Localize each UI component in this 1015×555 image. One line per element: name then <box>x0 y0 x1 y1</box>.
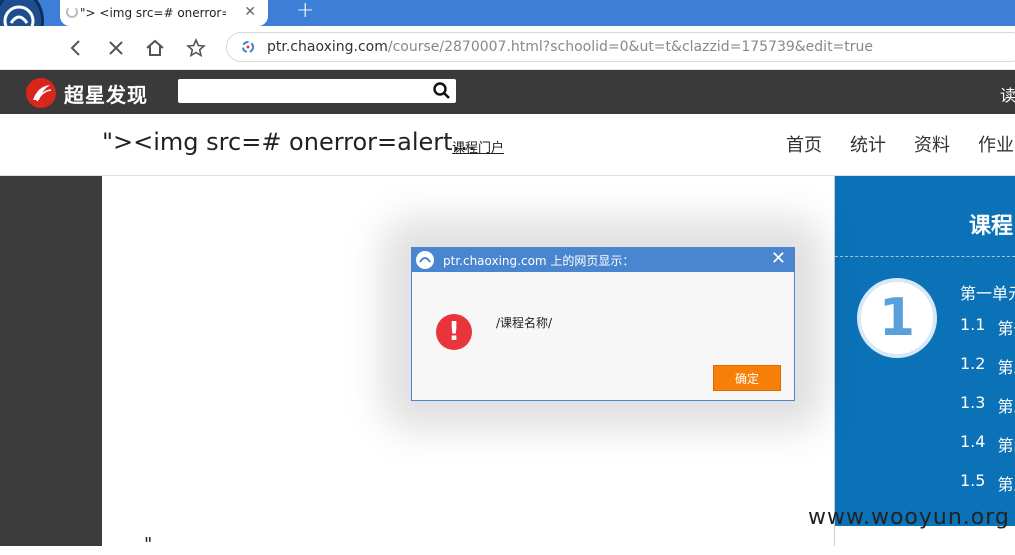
address-bar[interactable]: ptr.chaoxing.com/course/2870007.html?sch… <box>226 32 1015 62</box>
chaoxing-logo-icon[interactable] <box>26 78 56 108</box>
stray-quote-text: " <box>144 534 153 555</box>
lesson-item[interactable]: 1.3 第三 <box>960 393 1015 417</box>
course-nav: 首页 统计 资料 作业 <box>786 131 1014 157</box>
chapter-number-badge: 1 <box>857 278 937 358</box>
tab-title: "> <img src=# onerror= <box>80 6 226 20</box>
lesson-item[interactable]: 1.5 第五 <box>960 471 1015 495</box>
course-portal-link[interactable]: 课程门户 <box>452 137 504 156</box>
alert-dialog: ptr.chaoxing.com 上的网页显示： ✕ ! /课程名称/ 确定 <box>411 247 795 401</box>
dialog-titlebar[interactable]: ptr.chaoxing.com 上的网页显示： ✕ <box>412 248 794 272</box>
lesson-name: 第二 <box>997 358 1015 377</box>
left-sidebar <box>0 176 102 546</box>
close-icon[interactable]: ✕ <box>771 249 786 269</box>
lesson-item[interactable]: 1.2 第二 <box>960 354 1015 378</box>
header-link-read[interactable]: 读 <box>1000 82 1015 106</box>
loading-spinner-icon <box>66 6 78 18</box>
site-header: 超星发现 读 <box>0 70 1015 114</box>
nav-materials[interactable]: 资料 <box>914 131 950 157</box>
lesson-number: 1.4 <box>960 432 986 451</box>
site-logo-text[interactable]: 超星发现 <box>64 79 148 108</box>
nav-statistics[interactable]: 统计 <box>850 131 886 157</box>
dialog-message: /课程名称/ <box>496 316 553 330</box>
unit-label[interactable]: 第一单元 <box>960 280 1015 304</box>
panel-divider <box>835 256 1015 257</box>
lesson-name: 第四 <box>997 436 1015 455</box>
back-button[interactable] <box>64 36 88 60</box>
ok-button[interactable]: 确定 <box>713 365 781 391</box>
lesson-name: 第三 <box>997 397 1015 416</box>
lesson-item[interactable]: 1.4 第四 <box>960 432 1015 456</box>
course-title-bar: "><img src=# onerror=alert... 课程门户 首页 统计… <box>0 114 1015 176</box>
chapter-number: 1 <box>878 288 916 348</box>
tab-close-icon[interactable]: ✕ <box>244 4 256 20</box>
home-button[interactable] <box>143 36 167 60</box>
lesson-number: 1.2 <box>960 354 986 373</box>
dialog-title: ptr.chaoxing.com 上的网页显示： <box>443 254 635 268</box>
home-icon <box>146 39 164 56</box>
stop-button[interactable] <box>104 36 128 60</box>
lesson-number: 1.3 <box>960 393 986 412</box>
error-alert-icon: ! <box>436 314 472 350</box>
url-text: ptr.chaoxing.com/course/2870007.html?sch… <box>267 39 874 55</box>
star-icon <box>186 38 206 58</box>
lesson-name: 第一 <box>997 319 1015 338</box>
chapter-panel: 课程 1 第一单元 1.1 第一 1.2 第二 1.3 第三 1.4 第四 1.5 第五 <box>835 176 1015 526</box>
watermark-text: www.wooyun.org <box>808 505 1010 530</box>
panel-title: 课程 <box>969 214 1014 239</box>
browser-toolbar: ptr.chaoxing.com/course/2870007.html?sch… <box>0 26 1015 70</box>
lesson-number: 1.1 <box>960 315 986 334</box>
browser-tab-strip: "> <img src=# onerror= ✕ + <box>0 0 1015 52</box>
search-icon[interactable] <box>432 81 452 101</box>
lesson-name: 第五 <box>997 475 1015 494</box>
site-search-input[interactable] <box>178 79 456 103</box>
browser-tab[interactable]: "> <img src=# onerror= ✕ <box>60 0 268 26</box>
browser-logo-icon <box>416 251 434 269</box>
stop-icon <box>109 41 123 55</box>
nav-homework[interactable]: 作业 <box>978 131 1014 157</box>
site-security-icon <box>242 41 254 53</box>
lesson-item[interactable]: 1.1 第一 <box>960 315 1015 339</box>
course-title: "><img src=# onerror=alert... <box>102 128 476 156</box>
lesson-number: 1.5 <box>960 471 986 490</box>
back-arrow-icon <box>70 40 80 56</box>
bookmark-button[interactable] <box>184 36 208 60</box>
nav-home[interactable]: 首页 <box>786 131 822 157</box>
new-tab-button[interactable]: + <box>296 0 314 23</box>
